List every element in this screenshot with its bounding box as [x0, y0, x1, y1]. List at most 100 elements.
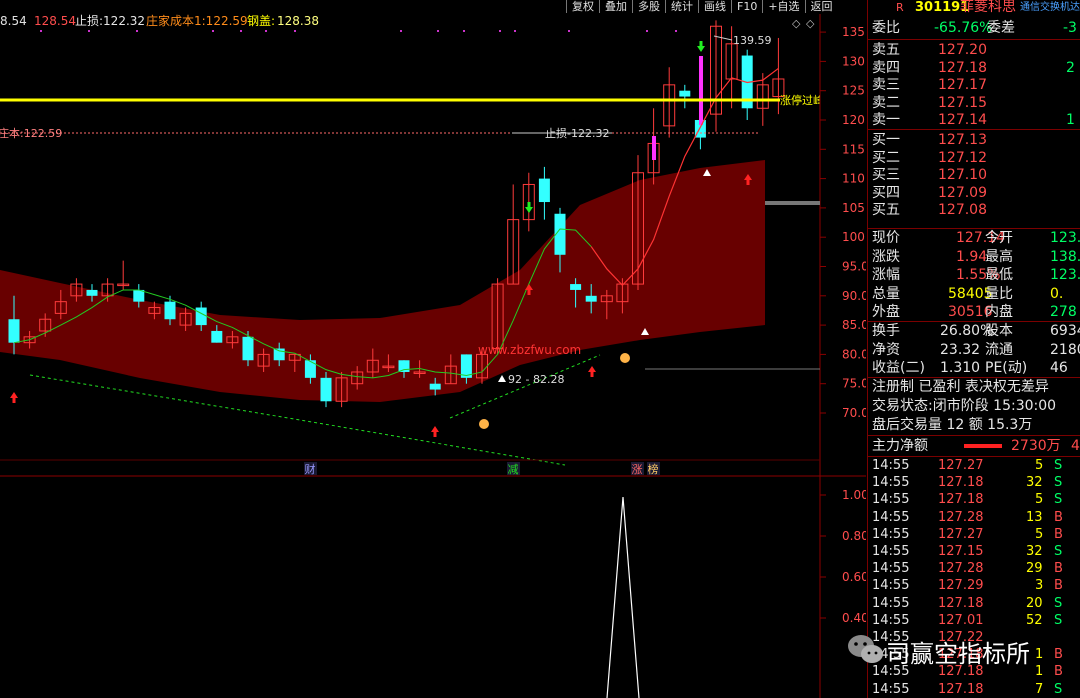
stats-value: 46: [1050, 360, 1068, 376]
toolbar-f10-button[interactable]: F10: [731, 0, 763, 13]
ask-row: 卖四 127.18 2: [868, 59, 1080, 77]
diamond-icon: ◇: [792, 17, 801, 30]
quote-label: 量比: [985, 285, 1013, 302]
tick-row: 14:55 127.18 5 S: [868, 491, 1080, 508]
quote-label: 涨幅: [872, 267, 900, 283]
ask-price: 127.18: [938, 59, 987, 76]
price-axis-label: 95.00: [842, 260, 866, 274]
main-flow-row: 主力净额 2730万 4: [868, 437, 1080, 455]
toolbar-multi-stock-button[interactable]: 多股: [632, 0, 665, 13]
tick-time: 14:55: [872, 578, 910, 594]
ask-row: 卖二 127.15: [868, 94, 1080, 112]
webi-row: 委比 -65.76% 委差 -3: [868, 19, 1080, 37]
watermark: 司赢空指标所: [846, 630, 1046, 670]
stats-value: 6934: [1050, 323, 1080, 339]
quote-label: 总量: [872, 285, 900, 302]
candle-body: [273, 348, 285, 361]
tick-volume: 5: [1035, 492, 1044, 508]
candle-body: [320, 377, 332, 402]
toolbar-add-watchlist-button[interactable]: +自选: [762, 0, 805, 13]
candle-body: [164, 301, 176, 320]
toolbar-back-button[interactable]: 返回: [804, 0, 838, 13]
buy-arrow-icon: [588, 366, 596, 377]
toolbar-overlay-button[interactable]: 叠加: [599, 0, 632, 13]
bid-price: 127.12: [938, 149, 987, 166]
candle-body: [86, 289, 98, 296]
top-marker-dot: [265, 30, 267, 32]
stats-label: 收益(二): [872, 360, 925, 376]
sell-arrow-icon: [697, 41, 705, 52]
tick-row: 14:55 127.27 5 S: [868, 457, 1080, 474]
tick-row: 14:55 127.18 20 S: [868, 595, 1080, 612]
tick-price: 127.18: [938, 475, 984, 491]
candlestick-chart[interactable]: 庄本:122.59 止损-122.32 涨停过峰 139.59 92 - 82.28 13…: [0, 14, 866, 698]
weicha-label: 委差: [987, 20, 1015, 36]
bid-price: 127.09: [938, 184, 987, 201]
quote-label: 今开: [985, 230, 1013, 246]
price-axis-label: 90.00: [842, 289, 866, 303]
top-marker-dot: [136, 30, 138, 32]
ask-label: 卖二: [872, 94, 900, 111]
tick-price: 127.29: [938, 578, 984, 594]
chart-toolbar: 复权 叠加 多股 统计 画线 F10 +自选 返回: [566, 0, 838, 13]
tick-volume: 32: [1026, 475, 1043, 491]
bid-label: 买三: [872, 167, 900, 184]
ask-price: 127.14: [938, 112, 987, 129]
top-marker-dot: [240, 30, 242, 32]
toolbar-restore-rights-button[interactable]: 复权: [566, 0, 599, 13]
wechat-icon: [848, 635, 883, 663]
top-marker-dot: [400, 30, 402, 32]
tick-side: S: [1054, 612, 1063, 628]
quote-value: 123.: [1050, 230, 1080, 246]
quote-row: 涨跌 1.94 最高 138.: [868, 248, 1080, 266]
quote-value: 1.94: [956, 248, 988, 265]
quote-label: 最低: [985, 267, 1013, 283]
tick-time: 14:55: [872, 544, 910, 559]
tick-row: 14:55 127.01 52 S: [868, 612, 1080, 629]
top-marker-dot: [294, 30, 296, 32]
stats-label: 流通: [985, 341, 1013, 358]
hand-pointer-icon: [620, 353, 630, 363]
tick-row: 14:55 127.29 3 B: [868, 577, 1080, 594]
quote-row: 外盘 30516 内盘 278: [868, 303, 1080, 321]
quote-row: 总量 58405 量比 0.: [868, 285, 1080, 303]
buy-arrow-icon: [10, 392, 18, 403]
tick-price: 127.28: [938, 561, 984, 577]
hand-pointer-icon: [479, 419, 489, 429]
quote-label: 涨跌: [872, 248, 900, 265]
bid-label: 买一: [872, 132, 900, 148]
tick-side: B: [1054, 664, 1063, 680]
tick-side: B: [1054, 578, 1063, 594]
panel-divider: [868, 435, 1080, 436]
registration-info: 注册制 已盈利 表决权无差异: [872, 379, 1049, 395]
tick-time: 14:55: [872, 612, 910, 628]
tick-time: 14:55: [872, 595, 910, 611]
tick-side: S: [1054, 458, 1063, 473]
ask-volume: 1: [1066, 112, 1075, 129]
price-axis-label: 120.0: [842, 113, 866, 127]
top-marker-dot: [675, 30, 677, 32]
tick-side: B: [1054, 561, 1063, 577]
bid-row: 买一 127.13: [868, 131, 1080, 149]
tick-side: B: [1054, 509, 1063, 525]
quote-row: 现价 127.14 今开 123.: [868, 229, 1080, 247]
stock-header: R 301191 菲菱科思 通信交换机达: [868, 0, 1080, 15]
top-marker-dot: [88, 30, 90, 32]
stats-label: 净资: [872, 341, 900, 358]
toolbar-draw-line-button[interactable]: 画线: [698, 0, 731, 13]
top-marker-dot: [499, 30, 501, 32]
price-axis-label: 80.00: [842, 347, 866, 361]
webi-value: -65.76%: [934, 20, 993, 36]
tick-price: 127.01: [938, 612, 984, 628]
bid-label: 买四: [872, 184, 900, 201]
candle-body: [429, 383, 441, 390]
tick-row: 14:55 127.15 32 S: [868, 543, 1080, 560]
tick-time: 14:55: [872, 526, 910, 542]
candle-body: [133, 289, 145, 302]
price-axis-label: 135.0: [842, 25, 866, 39]
price-axis-label: 85.00: [842, 318, 866, 332]
toolbar-stats-button[interactable]: 统计: [665, 0, 698, 13]
high-price-pointer: [713, 35, 733, 41]
stock-name: 菲菱科思: [960, 0, 1016, 15]
ask-label: 卖一: [872, 112, 900, 129]
